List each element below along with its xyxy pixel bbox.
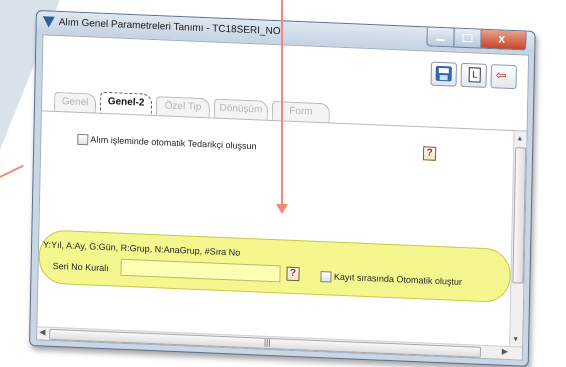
minimize-button[interactable]: [426, 27, 455, 48]
vertical-scrollbar[interactable]: ▲ ▼: [509, 131, 527, 347]
scroll-right-icon[interactable]: ▶: [502, 347, 508, 356]
annotation-arrow-diagonal: [0, 164, 24, 178]
scroll-down-icon[interactable]: ▼: [512, 336, 519, 343]
scroll-up-icon[interactable]: ▲: [516, 135, 523, 142]
minimize-icon: [436, 38, 445, 42]
close-button[interactable]: x: [480, 29, 527, 51]
vertical-scroll-thumb[interactable]: [512, 147, 527, 284]
l-button[interactable]: L: [460, 62, 487, 88]
auto-supplier-checkbox[interactable]: [77, 133, 89, 146]
save-disk-icon: [435, 65, 452, 82]
auto-create-checkbox[interactable]: [320, 271, 332, 283]
annotation-arrow-head-icon: [276, 204, 288, 214]
exit-button[interactable]: ⇦: [490, 64, 517, 90]
annotation-arrow-vertical: [281, 0, 283, 207]
window-title: Alım Genel Parametreleri Tanımı - TC18SE…: [58, 16, 281, 38]
help-button-auto-supplier[interactable]: ?: [422, 146, 437, 161]
exit-icon: ⇦: [495, 67, 507, 83]
horizontal-scroll-thumb[interactable]: |||: [49, 328, 482, 358]
grip-icon: |||: [263, 337, 271, 348]
maximize-button[interactable]: [453, 28, 482, 49]
close-icon: x: [498, 31, 506, 46]
save-button[interactable]: [430, 61, 457, 87]
auto-supplier-row: Alım işleminde otomatik Tedarikçi oluşsu…: [77, 133, 257, 153]
tab-genel[interactable]: Genel: [53, 91, 97, 113]
app-logo-icon: [42, 16, 55, 28]
auto-supplier-label: Alım işleminde otomatik Tedarikçi oluşsu…: [90, 134, 257, 152]
horizontal-scrollbar[interactable]: ◀ ||| ▶: [37, 326, 523, 360]
tab-donusum[interactable]: Dönüşüm: [213, 98, 269, 120]
tab-ozel-tip[interactable]: Özel Tip: [155, 96, 211, 118]
l-icon: L: [468, 67, 481, 83]
scroll-left-icon[interactable]: ◀: [39, 327, 45, 336]
maximize-icon: [462, 33, 473, 43]
help-button-seri-no[interactable]: ?: [286, 266, 300, 282]
